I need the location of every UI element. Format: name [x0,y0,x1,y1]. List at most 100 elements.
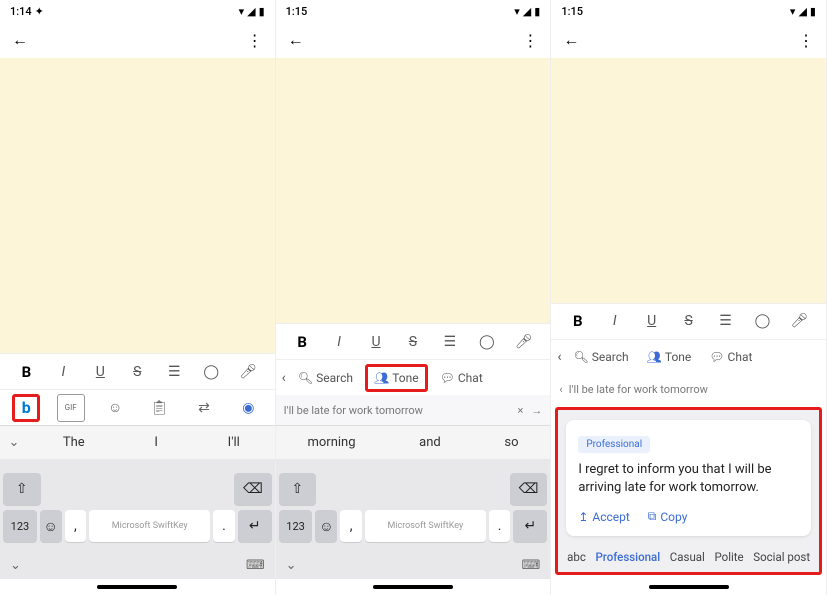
chat-button[interactable]: 💬︎Chat [434,367,489,389]
comma-key[interactable]: , [65,510,87,542]
clock: 1:15 [561,5,583,18]
tone-suggestion-card[interactable]: Professional I regret to inform you that… [566,420,811,536]
submit-icon[interactable]: → [531,404,542,417]
search-button[interactable]: 🔍︎Search [292,367,359,389]
tone-button[interactable]: 👥︎Tone [365,364,428,392]
row-back-icon[interactable]: ‹ [559,383,562,396]
suggestion[interactable]: morning [307,435,355,450]
backspace-key[interactable]: ⌫ [234,473,272,505]
copy-button[interactable]: ⧉Copy [648,509,688,524]
backspace-key[interactable]: ⌫ [510,473,548,505]
numeric-key[interactable]: 123 [279,510,313,542]
more-icon[interactable]: ⋮ [247,31,263,50]
space-key[interactable]: Microsoft SwiftKey [365,510,486,542]
bold-button[interactable]: B [13,363,39,381]
collapse-keyboard-icon[interactable]: ⌄ [10,558,21,573]
more-icon[interactable]: ⋮ [798,31,814,50]
home-indicator[interactable] [373,585,453,589]
battery-icon: ▮ [534,5,540,18]
translate-icon[interactable]: ⇄ [190,394,218,422]
tone-tab-professional[interactable]: Professional [595,550,660,564]
sticker-icon[interactable]: ☺ [101,394,129,422]
camera-icon[interactable]: ◯ [474,334,500,350]
accept-button[interactable]: ↥Accept [578,509,629,524]
note-body[interactable] [551,58,826,303]
camera-icon[interactable]: ◯ [749,313,775,329]
enter-key[interactable]: ↵ [238,510,272,542]
suggestion[interactable]: and [419,435,441,450]
chat-button[interactable]: 💬︎Chat [703,346,758,368]
back-icon[interactable]: ← [12,30,28,50]
keyboard-switch-icon[interactable]: ⌨ [522,558,541,573]
bold-button[interactable]: B [289,333,315,351]
back-icon[interactable]: ← [288,30,304,50]
collapse-icon[interactable]: ⌄ [0,435,28,450]
period-key[interactable]: . [213,510,235,542]
keyboard: ⇧ ⌫ 123 ☺ , Microsoft SwiftKey . ↵ [276,459,551,549]
gif-icon[interactable]: GIF [57,394,85,422]
camera-icon[interactable]: ◯ [198,364,224,380]
tone-text: I regret to inform you that I will be ar… [578,461,799,497]
tone-tab-abc[interactable]: abc [567,550,586,564]
mic-icon[interactable]: 🎤︎ [511,334,537,350]
insert-icon: ↥ [578,510,588,524]
more-icon[interactable]: ⋮ [522,31,538,50]
back-icon[interactable]: ← [563,30,579,50]
screen-2: 1:15 ▾◢▮ ← ⋮ B I U S ☰ ◯ 🎤︎ ‹ 🔍︎Search 👥… [276,0,552,595]
emoji-key[interactable]: ☺ [315,510,337,542]
suggestion[interactable]: I [154,435,158,450]
list-button[interactable]: ☰ [713,313,739,329]
strike-button[interactable]: S [124,364,150,380]
format-toolbar: B I U S ☰ ◯ 🎤︎ [0,353,275,389]
row-back-icon[interactable]: ‹ [282,370,286,386]
list-button[interactable]: ☰ [161,364,187,380]
suggestion[interactable]: The [63,435,85,450]
tone-input[interactable]: I'll be late for work tomorrow [284,404,518,417]
home-indicator[interactable] [649,585,729,589]
row-back-icon[interactable]: ‹ [557,349,561,365]
italic-button[interactable]: I [50,364,76,380]
strike-button[interactable]: S [676,313,702,329]
location-icon[interactable]: ◉ [234,394,262,422]
underline-button[interactable]: U [639,313,665,329]
battery-icon: ▮ [810,5,816,18]
home-indicator[interactable] [97,585,177,589]
app-nav: ← ⋮ [551,22,826,58]
emoji-key[interactable]: ☺ [40,510,62,542]
tone-input[interactable]: I'll be late for work tomorrow [569,383,818,396]
underline-button[interactable]: U [87,364,113,380]
tone-tab-casual[interactable]: Casual [670,550,705,564]
shift-key[interactable]: ⇧ [279,473,317,505]
suggestion[interactable]: so [504,435,518,450]
period-key[interactable]: . [489,510,511,542]
bing-icon[interactable]: b [12,394,40,422]
keyboard-switch-icon[interactable]: ⌨ [246,558,265,573]
italic-button[interactable]: I [602,313,628,329]
mic-icon[interactable]: 🎤︎ [235,364,261,380]
tone-button[interactable]: 👥︎Tone [641,346,698,368]
collapse-keyboard-icon[interactable]: ⌄ [286,558,297,573]
note-body[interactable] [276,58,551,323]
tone-tab-polite[interactable]: Polite [714,550,743,564]
italic-button[interactable]: I [326,334,352,350]
tone-result-highlight: Professional I regret to inform you that… [555,407,822,575]
space-key[interactable]: Microsoft SwiftKey [89,510,210,542]
list-button[interactable]: ☰ [437,334,463,350]
comma-key[interactable]: , [340,510,362,542]
enter-key[interactable]: ↵ [513,510,547,542]
clipboard-icon[interactable]: 📋︎ [146,394,174,422]
suggestion[interactable]: I'll [228,435,240,450]
signal-icon: ◢ [798,5,806,18]
clear-icon[interactable]: × [517,404,523,417]
wifi-icon: ▾ [790,5,796,18]
tone-tab-social[interactable]: Social post [753,550,810,564]
tone-card-area: Professional I regret to inform you that… [558,410,819,542]
mic-icon[interactable]: 🎤︎ [786,313,812,329]
shift-key[interactable]: ⇧ [3,473,41,505]
note-body[interactable] [0,58,275,353]
numeric-key[interactable]: 123 [3,510,37,542]
strike-button[interactable]: S [400,334,426,350]
search-button[interactable]: 🔍︎Search [568,346,635,368]
bold-button[interactable]: B [565,312,591,330]
underline-button[interactable]: U [363,334,389,350]
